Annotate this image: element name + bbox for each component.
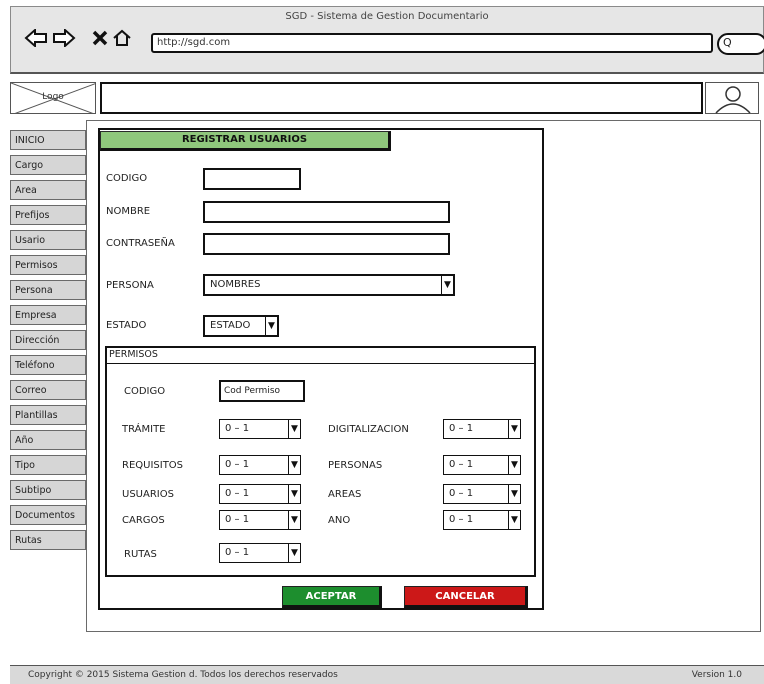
estado-label: ESTADO (106, 320, 147, 331)
sidebar-item-inicio[interactable]: INICIO (10, 130, 86, 150)
dropdown-arrow-icon: ▼ (265, 317, 277, 335)
sidebar-item-direccion[interactable]: Dirección (10, 330, 86, 350)
ano-select[interactable]: 0 – 1 ▼ (443, 510, 521, 530)
requisitos-label: REQUISITOS (122, 460, 184, 471)
permiso-codigo-input[interactable]: Cod Permiso (219, 380, 305, 402)
sidebar-item-subtipo[interactable]: Subtipo (10, 480, 86, 500)
back-arrow-icon[interactable] (23, 25, 49, 51)
rutas-value: 0 – 1 (225, 547, 250, 558)
sidebar-item-plantillas[interactable]: Plantillas (10, 405, 86, 425)
sidebar-item-documentos[interactable]: Documentos (10, 505, 86, 525)
sidebar-item-empresa[interactable]: Empresa (10, 305, 86, 325)
usuarios-label: USUARIOS (122, 489, 174, 500)
sidebar-item-telefono[interactable]: Teléfono (10, 355, 86, 375)
sidebar-item-permisos[interactable]: Permisos (10, 255, 86, 275)
copyright-text: Copyright © 2015 Sistema Gestion d. Todo… (28, 670, 338, 680)
url-bar[interactable]: http://sgd.com (151, 33, 713, 53)
window-title: SGD - Sistema de Gestion Documentario (285, 11, 489, 22)
accept-button[interactable]: ACEPTAR (282, 586, 382, 608)
areas-value: 0 – 1 (449, 488, 474, 499)
tramite-value: 0 – 1 (225, 423, 250, 434)
areas-label: AREAS (328, 489, 362, 500)
dropdown-arrow-icon: ▼ (508, 420, 520, 438)
footer: Copyright © 2015 Sistema Gestion d. Todo… (10, 665, 764, 684)
estado-select[interactable]: ESTADO ▼ (203, 315, 279, 337)
home-icon[interactable] (109, 25, 135, 51)
forward-arrow-icon[interactable] (51, 25, 77, 51)
sidebar-item-cargo[interactable]: Cargo (10, 155, 86, 175)
usuarios-select[interactable]: 0 – 1 ▼ (219, 484, 301, 504)
logo: Logo (10, 82, 96, 114)
form-title: REGISTRAR USUARIOS (100, 131, 391, 151)
avatar[interactable] (705, 82, 759, 114)
dropdown-arrow-icon: ▼ (288, 485, 300, 503)
version-text: Version 1.0 (691, 670, 742, 680)
cargos-select[interactable]: 0 – 1 ▼ (219, 510, 301, 530)
logo-text: Logo (42, 92, 64, 102)
personas-label: PERSONAS (328, 460, 383, 471)
dropdown-arrow-icon: ▼ (441, 276, 453, 294)
password-input[interactable] (203, 233, 450, 255)
rutas-label: RUTAS (124, 549, 157, 560)
tramite-label: TRÁMITE (122, 424, 166, 435)
dropdown-arrow-icon: ▼ (508, 456, 520, 474)
persona-select-value: NOMBRES (210, 279, 261, 290)
cargos-value: 0 – 1 (225, 514, 250, 525)
requisitos-select[interactable]: 0 – 1 ▼ (219, 455, 301, 475)
sidebar-item-ano[interactable]: Año (10, 430, 86, 450)
sidebar-item-area[interactable]: Area (10, 180, 86, 200)
estado-select-value: ESTADO (210, 320, 251, 331)
sidebar-item-tipo[interactable]: Tipo (10, 455, 86, 475)
sidebar: INICIO Cargo Area Prefijos Usario Permis… (10, 130, 86, 555)
sidebar-item-rutas[interactable]: Rutas (10, 530, 86, 550)
cancel-button[interactable]: CANCELAR (404, 586, 528, 608)
sidebar-item-prefijos[interactable]: Prefijos (10, 205, 86, 225)
permisos-title: PERMISOS (105, 346, 536, 364)
codigo-input[interactable] (203, 168, 301, 190)
cargos-label: CARGOS (122, 515, 165, 526)
header-bar (100, 82, 703, 114)
dropdown-arrow-icon: ▼ (288, 544, 300, 562)
personas-value: 0 – 1 (449, 459, 474, 470)
sidebar-item-persona[interactable]: Persona (10, 280, 86, 300)
nombre-label: NOMBRE (106, 206, 151, 217)
usuarios-value: 0 – 1 (225, 488, 250, 499)
search-icon: Q (723, 36, 732, 49)
ano-label: ANO (328, 515, 351, 526)
dropdown-arrow-icon: ▼ (288, 456, 300, 474)
dropdown-arrow-icon: ▼ (288, 511, 300, 529)
sidebar-item-usario[interactable]: Usario (10, 230, 86, 250)
personas-select[interactable]: 0 – 1 ▼ (443, 455, 521, 475)
digitalizacion-value: 0 – 1 (449, 423, 474, 434)
nombre-input[interactable] (203, 201, 450, 223)
digitalizacion-select[interactable]: 0 – 1 ▼ (443, 419, 521, 439)
digitalizacion-label: DIGITALIZACION (328, 424, 409, 435)
dropdown-arrow-icon: ▼ (288, 420, 300, 438)
ano-value: 0 – 1 (449, 514, 474, 525)
sidebar-item-correo[interactable]: Correo (10, 380, 86, 400)
rutas-select[interactable]: 0 – 1 ▼ (219, 543, 301, 563)
persona-select[interactable]: NOMBRES ▼ (203, 274, 455, 296)
requisitos-value: 0 – 1 (225, 459, 250, 470)
search-box[interactable]: Q (717, 33, 764, 55)
permiso-codigo-label: CODIGO (124, 386, 166, 397)
tramite-select[interactable]: 0 – 1 ▼ (219, 419, 301, 439)
codigo-label: CODIGO (106, 173, 148, 184)
user-avatar-icon (715, 86, 751, 114)
browser-chrome: SGD - Sistema de Gestion Documentario ht… (10, 6, 764, 74)
persona-label: PERSONA (106, 280, 154, 291)
dropdown-arrow-icon: ▼ (508, 485, 520, 503)
password-label: CONTRASEÑA (106, 238, 175, 249)
dropdown-arrow-icon: ▼ (508, 511, 520, 529)
areas-select[interactable]: 0 – 1 ▼ (443, 484, 521, 504)
